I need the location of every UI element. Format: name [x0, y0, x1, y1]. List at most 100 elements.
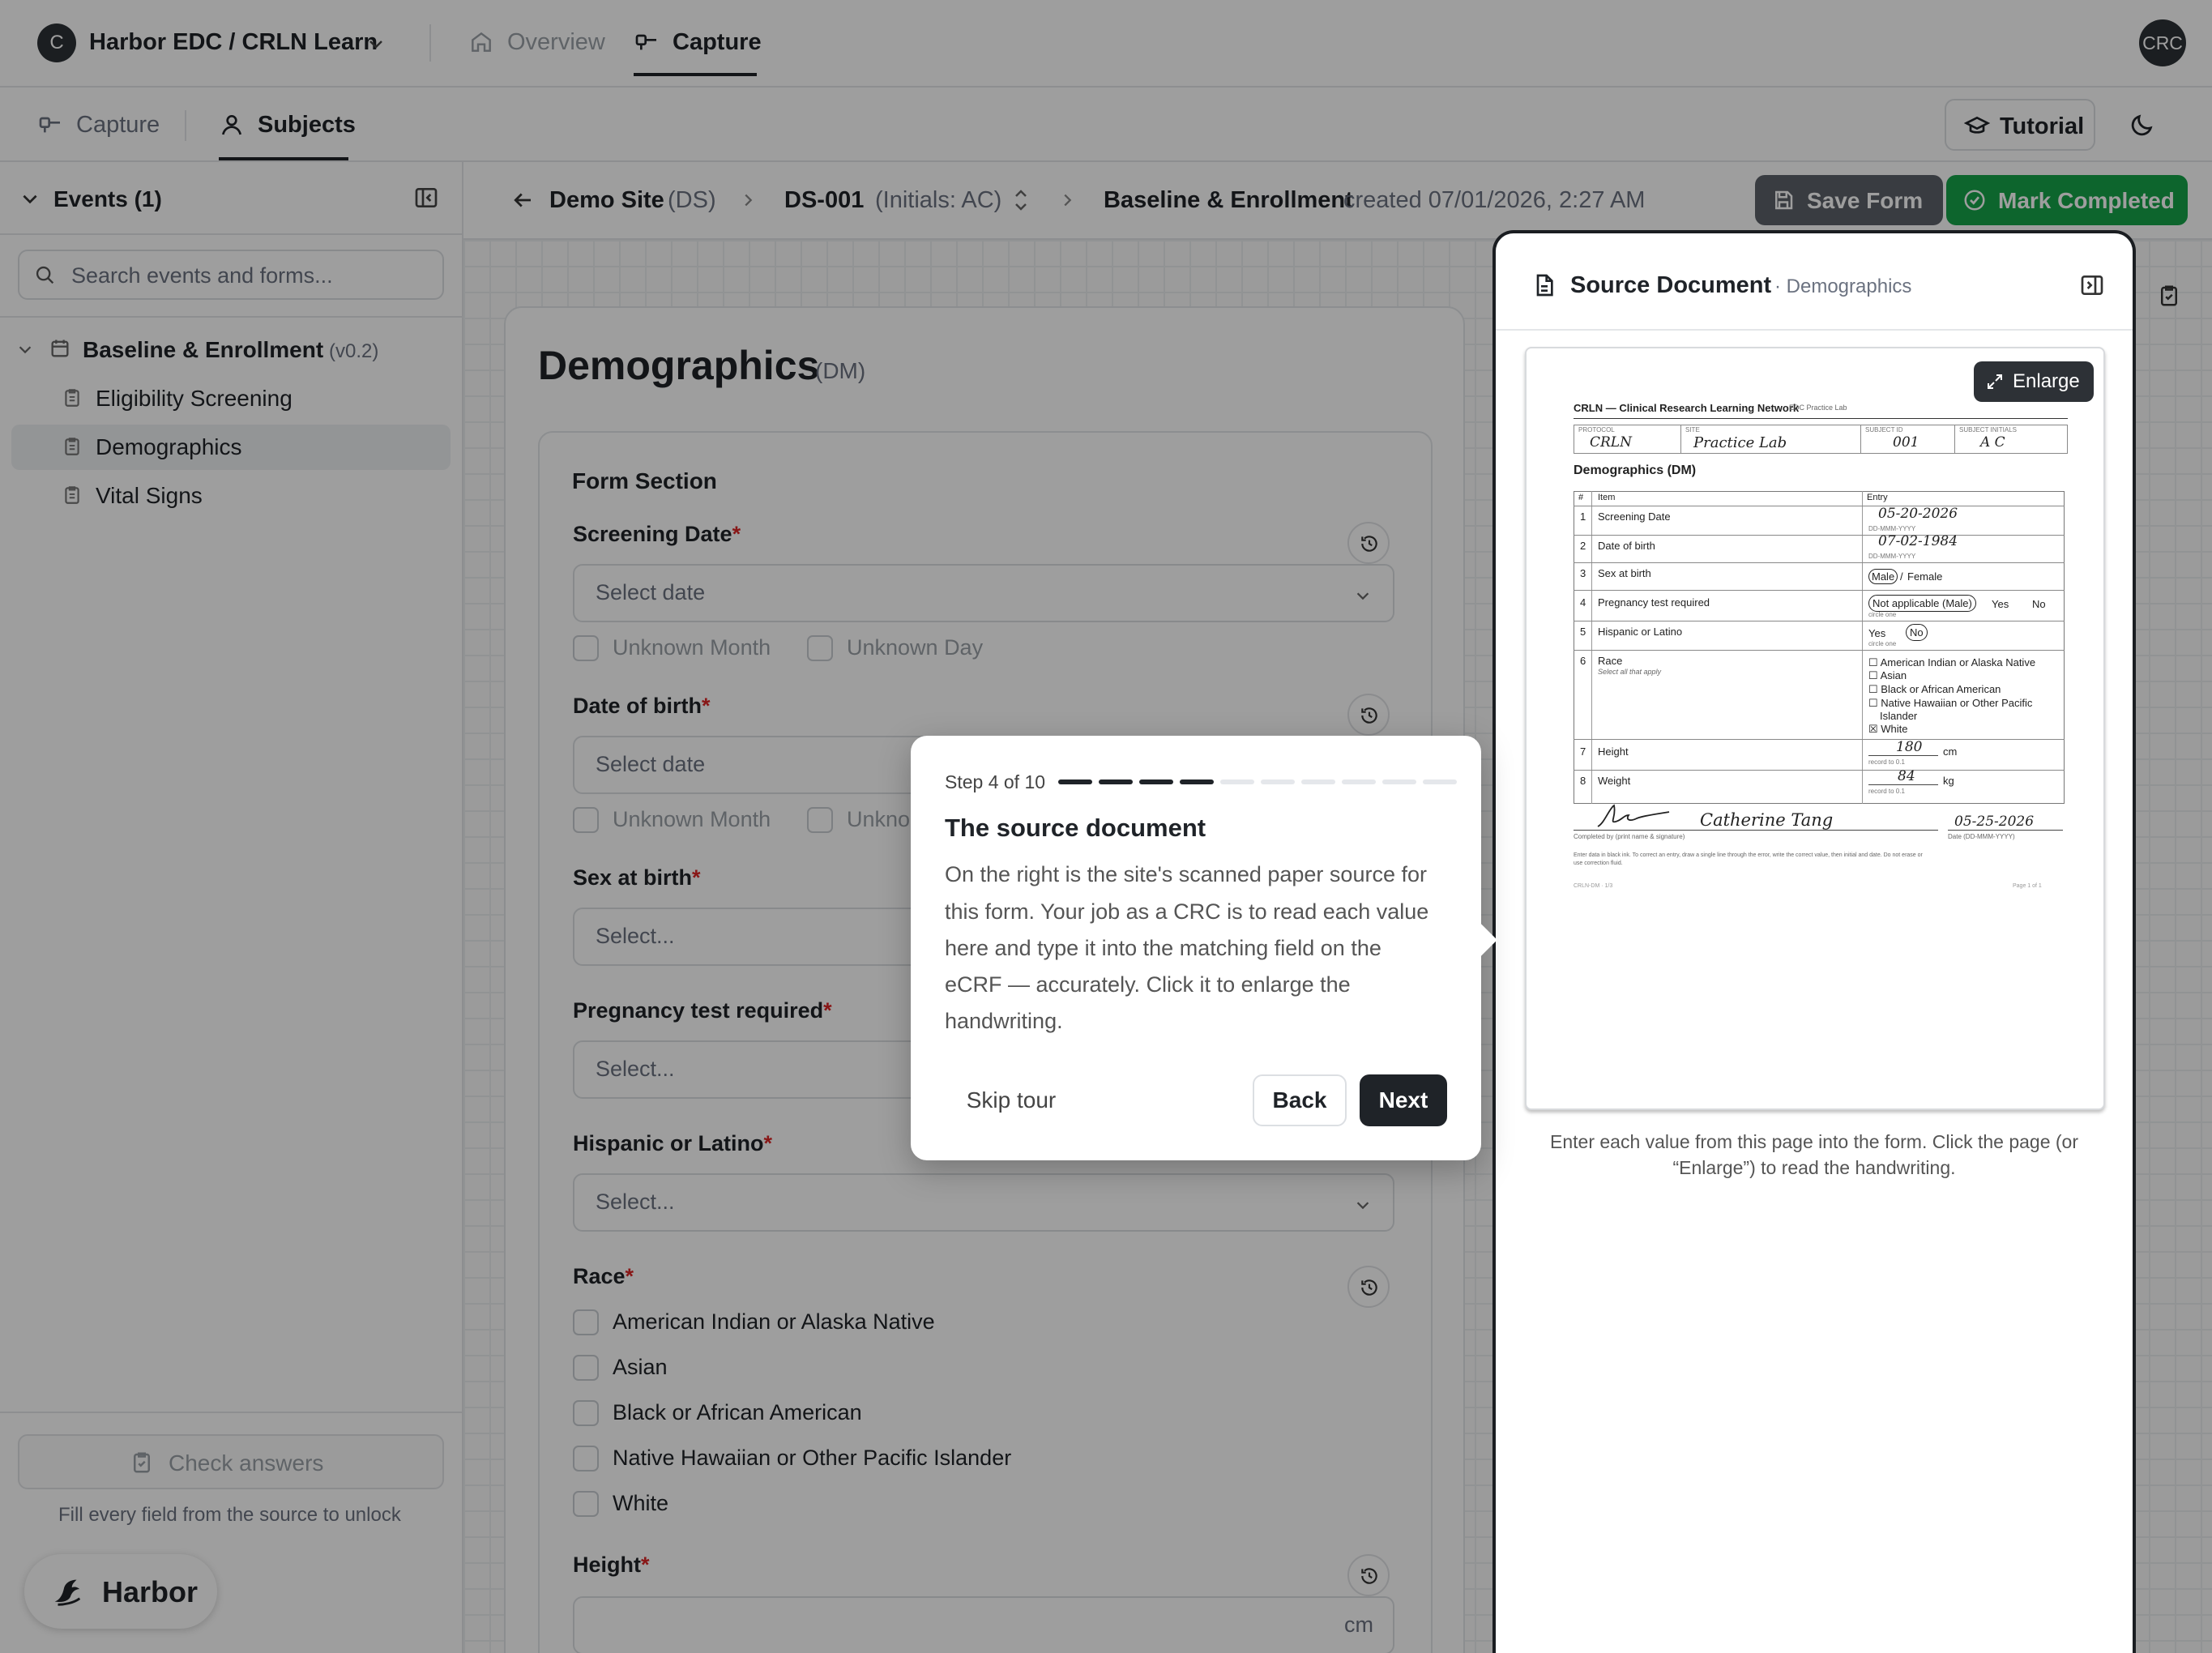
- doc-completed-by: Completed by (print name & signature): [1574, 833, 1685, 840]
- doc-row-item: Hispanic or Latino: [1598, 626, 1683, 638]
- doc-row-line: [1574, 650, 2065, 651]
- doc-date-hint: DD-MMM-YYYY: [1868, 553, 1916, 560]
- doc-date-hint: DD-MMM-YYYY: [1868, 525, 1916, 532]
- doc-sex-female: Female: [1907, 570, 1943, 583]
- doc-protocol-label: PROTOCOL: [1578, 426, 1615, 434]
- tour-progress-segment: [1301, 780, 1335, 784]
- tour-popover: Step 4 of 10 The source document On the …: [911, 736, 1497, 1160]
- doc-row-num: 5: [1580, 626, 1586, 638]
- skip-tour-button[interactable]: Skip tour: [945, 1074, 1078, 1126]
- doc-signature-date: 05-25-2026: [1954, 814, 2035, 830]
- doc-weight-unit: kg: [1943, 775, 1954, 787]
- doc-row-line: [1574, 739, 2065, 740]
- doc-preg-no: No: [2032, 598, 2046, 610]
- doc-row-num: 1: [1580, 510, 1586, 523]
- doc-row-line: [1574, 535, 2065, 536]
- doc-table: [1574, 491, 2065, 804]
- doc-row-line: [1574, 590, 2065, 591]
- doc-id-divider: [1954, 425, 1955, 454]
- doc-row-num: 8: [1580, 775, 1586, 787]
- doc-table-col: [1862, 491, 1863, 804]
- doc-preg-na: Not applicable (Male): [1868, 595, 1976, 612]
- tour-progress-segment: [1099, 780, 1133, 784]
- back-button[interactable]: Back: [1253, 1074, 1347, 1126]
- doc-header-small: EDC Practice Lab: [1789, 404, 1847, 412]
- source-title: Source Document: [1570, 272, 1772, 298]
- scanned-source-page[interactable]: Enlarge CRLN — Clinical Research Learnin…: [1525, 347, 2105, 1110]
- doc-col-num: #: [1578, 493, 1584, 502]
- doc-record-hint: record to 0.1: [1868, 788, 1905, 795]
- tour-body-line: On the right is the site's scanned paper…: [945, 862, 1427, 886]
- doc-initials-label: SUBJECT INITIALS: [1959, 426, 2017, 434]
- source-subtitle: · Demographics: [1774, 276, 1912, 297]
- doc-col-entry: Entry: [1867, 493, 1888, 502]
- doc-initials-value: A C: [1980, 434, 2005, 451]
- doc-sign-line: [1574, 830, 1938, 831]
- doc-header: CRLN — Clinical Research Learning Networ…: [1574, 402, 1800, 414]
- doc-row-item: Race: [1598, 655, 1623, 667]
- doc-race-option: ☐ American Indian or Alaska Native: [1868, 656, 2036, 668]
- doc-signature-name: Catherine Tang: [1700, 810, 1834, 830]
- doc-table-col: [1591, 491, 1592, 804]
- tour-progress-segment: [1058, 780, 1092, 784]
- tour-progress-segment: [1180, 780, 1214, 784]
- tour-step-label: Step 4 of 10: [945, 771, 1046, 792]
- doc-row-line: [1574, 562, 2065, 563]
- doc-site-value: Practice Lab: [1693, 434, 1787, 451]
- doc-height-unit: cm: [1943, 745, 1958, 758]
- doc-id-divider: [1680, 425, 1681, 454]
- divider: [1496, 329, 2133, 331]
- doc-row-num: 4: [1580, 596, 1586, 609]
- doc-row-num: 7: [1580, 745, 1586, 758]
- doc-rule: [1574, 418, 2068, 419]
- doc-row-num: 3: [1580, 567, 1586, 579]
- doc-subject-label: SUBJECT ID: [1865, 426, 1903, 434]
- doc-slash: /: [1900, 570, 1903, 583]
- doc-underline: [1868, 755, 1938, 756]
- tour-progress-segment: [1382, 780, 1416, 784]
- tour-body-line: handwriting.: [945, 1009, 1063, 1033]
- doc-record-hint: record to 0.1: [1868, 758, 1905, 766]
- doc-page: Page 1 of 1: [2013, 883, 2042, 889]
- enlarge-button[interactable]: Enlarge: [1974, 361, 2094, 402]
- doc-row-item: Screening Date: [1598, 510, 1671, 523]
- tour-progress-segment: [1423, 780, 1457, 784]
- tour-title: The source document: [945, 814, 1206, 842]
- doc-race-option: ☐ Native Hawaiian or Other Pacific: [1868, 697, 2033, 709]
- doc-row-num: 2: [1580, 540, 1586, 552]
- expand-icon: [1985, 372, 2005, 391]
- doc-circle-hint: circle one: [1868, 640, 1897, 647]
- doc-row-num: 6: [1580, 655, 1586, 667]
- doc-form-code: CRLN-DM · 1/3: [1574, 883, 1613, 889]
- doc-underline: [1868, 784, 1938, 785]
- doc-row-item: Height: [1598, 745, 1629, 758]
- tour-body-line: eCRF — accurately. Click it to enlarge t…: [945, 972, 1351, 997]
- doc-col-item: Item: [1598, 493, 1616, 502]
- next-button[interactable]: Next: [1360, 1074, 1447, 1126]
- doc-sign-line: [1948, 830, 2063, 831]
- doc-race-option: ☐ Asian: [1868, 669, 1907, 681]
- doc-footnote: use correction fluid.: [1574, 861, 1623, 866]
- doc-race-hint: Select all that apply: [1598, 668, 1662, 676]
- tour-progress-segment: [1220, 780, 1254, 784]
- tour-progress-segment: [1139, 780, 1173, 784]
- tour-progress: [1058, 780, 1457, 784]
- source-caption: Enter each value from this page into the…: [1550, 1131, 2078, 1152]
- tour-progress-segment: [1342, 780, 1376, 784]
- doc-dob-value: 07-02-1984: [1878, 533, 1958, 549]
- enlarge-label: Enlarge: [2013, 370, 2080, 392]
- doc-sex-male: Male: [1868, 569, 1898, 584]
- doc-site-label: SITE: [1685, 426, 1700, 434]
- doc-subject-value: 001: [1893, 434, 1919, 451]
- doc-row-item: Pregnancy test required: [1598, 596, 1710, 609]
- doc-height-value: 180: [1896, 739, 1923, 755]
- collapse-panel-icon[interactable]: [2079, 272, 2105, 298]
- document-icon: [1531, 272, 1557, 298]
- tour-body-line: here and type it into the matching field…: [945, 936, 1381, 960]
- doc-hisp-yes: Yes: [1868, 627, 1886, 639]
- doc-race-option: ☐ Black or African American: [1868, 683, 2001, 695]
- tour-body-line: this form. Your job as a CRC is to read …: [945, 899, 1429, 924]
- doc-circle-hint: circle one: [1868, 611, 1897, 618]
- doc-race-option-checked: ☒ White: [1868, 723, 1908, 735]
- doc-preg-yes: Yes: [1992, 598, 2009, 610]
